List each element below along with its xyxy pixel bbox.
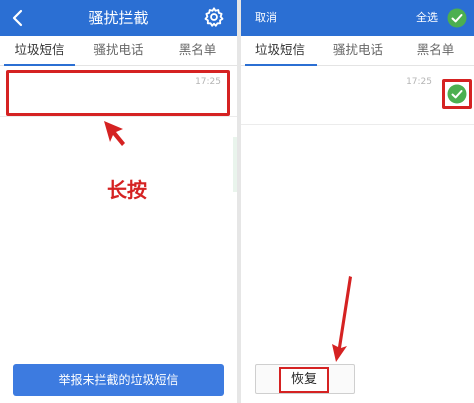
tab-blacklist[interactable]: 黑名单 <box>397 36 474 66</box>
message-time: 17:25 <box>406 77 432 87</box>
page-title: 骚扰拦截 <box>88 9 149 27</box>
check-circle-icon[interactable] <box>447 8 467 28</box>
left-screen: 骚扰拦截 垃圾短信 骚扰电话 黑名单 17:25 长按 举报未拦截的垃圾短信 <box>0 0 237 403</box>
tab-harassment-calls[interactable]: 骚扰电话 <box>319 36 397 66</box>
long-press-highlight <box>6 70 230 116</box>
tab-bar: 垃圾短信 骚扰电话 黑名单 <box>0 36 237 66</box>
active-tab-indicator <box>245 64 317 66</box>
right-screen: 取消 全选 垃圾短信 骚扰电话 黑名单 17:25 恢复 <box>241 0 474 403</box>
annotation-arrow-icon <box>104 121 125 146</box>
select-all-button[interactable]: 全选 <box>416 0 438 36</box>
tab-harassment-calls[interactable]: 骚扰电话 <box>79 36 158 66</box>
restore-button[interactable]: 恢复 <box>279 367 329 393</box>
annotation-arrow-icon <box>332 276 352 362</box>
tab-bar: 垃圾短信 骚扰电话 黑名单 <box>241 36 474 66</box>
gear-icon[interactable] <box>203 6 225 28</box>
tab-spam-sms[interactable]: 垃圾短信 <box>0 36 79 66</box>
report-unblocked-spam-button[interactable]: 举报未拦截的垃圾短信 <box>13 364 224 396</box>
list-item[interactable]: 17:25 <box>241 67 474 125</box>
long-press-label: 长按 <box>107 178 147 202</box>
cancel-button[interactable]: 取消 <box>255 0 277 36</box>
tab-blacklist[interactable]: 黑名单 <box>158 36 237 66</box>
selection-header-bar: 取消 全选 <box>241 0 474 36</box>
header-bar: 骚扰拦截 <box>0 0 237 36</box>
active-tab-indicator <box>4 64 75 66</box>
check-circle-icon[interactable] <box>447 84 467 104</box>
tab-spam-sms[interactable]: 垃圾短信 <box>241 36 319 66</box>
